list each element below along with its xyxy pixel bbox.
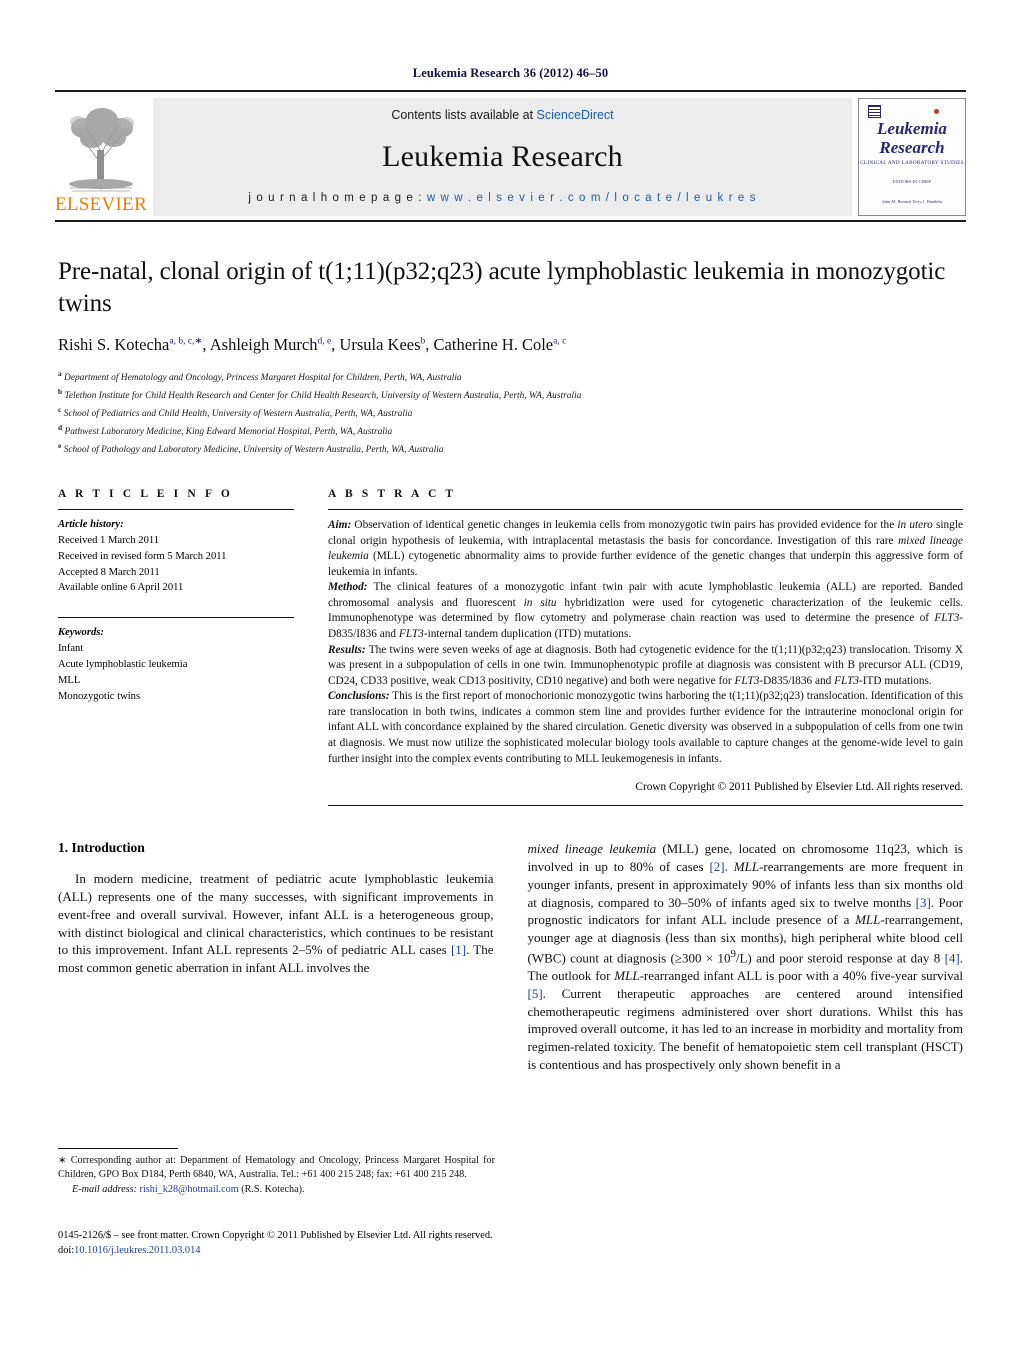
author-affiliation-marker: d, e: [317, 336, 332, 347]
cover-subtitle: CLINICAL AND LABORATORY STUDIES: [860, 159, 964, 166]
issn-front-matter-line: 0145-2126/$ – see front matter. Crown Co…: [58, 1230, 493, 1241]
cover-title-line1: Leukemia: [877, 119, 947, 138]
author-list: Rishi S. Kotechaa, b, c,∗, Ashleigh Murc…: [58, 335, 567, 354]
article-history-list: Received 1 March 2011 Received in revised…: [58, 533, 294, 597]
doi-link[interactable]: 10.1016/j.leukres.2011.03.014: [74, 1245, 200, 1256]
sciencedirect-link[interactable]: ScienceDirect: [537, 108, 614, 122]
affiliation-item: c School of Pediatrics and Child Health,…: [58, 404, 413, 420]
article-history-item: Available online 6 April 2011: [58, 582, 184, 594]
contents-lists-prefix: Contents lists available at: [391, 108, 537, 122]
abstract-results-text: The twins were seven weeks of age at dia…: [328, 643, 963, 687]
abstract-column: A B S T R A C T Aim: Observation of iden…: [328, 487, 963, 807]
page-footer: 0145-2126/$ – see front matter. Crown Co…: [58, 1228, 658, 1258]
journal-masthead: ELSEVIER Contents lists available at Sci…: [55, 90, 966, 216]
abstract-results-label: Results:: [328, 643, 366, 656]
contents-lists-line: Contents lists available at ScienceDirec…: [391, 108, 613, 122]
doi-line: doi:10.1016/j.leukres.2011.03.014: [58, 1243, 658, 1258]
abstract-method-text: The clinical features of a monozygotic i…: [328, 581, 964, 640]
corresponding-author-footnote: ∗ Corresponding author at: Department of…: [58, 1148, 495, 1197]
abstract-conclusions: Conclusions: This is the first report of…: [328, 689, 963, 767]
title-block: Pre-natal, clonal origin of t(1;11)(p32;…: [58, 256, 963, 458]
elsevier-tree-icon: [62, 98, 140, 194]
article-history-item: Received in revised form 5 March 2011: [58, 550, 227, 562]
article-info-heading: A R T I C L E I N F O: [58, 487, 233, 500]
author-affiliation-marker: b: [420, 336, 426, 347]
affiliation-item: e School of Pathology and Laboratory Med…: [58, 440, 444, 456]
keyword-item: MLL: [58, 675, 81, 687]
author-affiliation-marker: a, c: [553, 336, 567, 347]
abstract-method-label: Method:: [328, 581, 368, 594]
body-column-left: 1. Introduction In modern medicine, trea…: [58, 840, 494, 1074]
cover-editors-label: EDITORS-IN-CHIEF: [892, 178, 932, 184]
footnote-rule: [58, 1148, 178, 1149]
body-columns: 1. Introduction In modern medicine, trea…: [58, 840, 963, 1074]
abstract-aim-text: Observation of identical genetic changes…: [328, 518, 963, 578]
affiliation-list: a Department of Hematology and Oncology,…: [58, 368, 963, 458]
abstract-aim-label: Aim:: [328, 518, 352, 531]
article-history-label: Article history:: [58, 518, 124, 530]
homepage-label: j o u r n a l h o m e p a g e :: [248, 192, 427, 204]
author-name: Rishi S. Kotecha: [58, 335, 170, 354]
keywords-list: Infant Acute lymphoblastic leukemia MLL Mon…: [58, 641, 294, 705]
affiliation-item: d Pathwest Laboratory Medicine, King Edw…: [58, 422, 393, 438]
journal-homepage-line: j o u r n a l h o m e p a g e : w w w . …: [248, 192, 756, 204]
keywords-label: Keywords:: [58, 627, 104, 639]
masthead-bottom-rule: [55, 220, 966, 222]
affiliation-marker: e: [58, 440, 62, 450]
footnote-email-line: E-mail address: rishi_k28@hotmail.com (R…: [58, 1183, 495, 1197]
affiliation-item: a Department of Hematology and Oncology,…: [58, 369, 462, 384]
introduction-paragraph-left: In modern medicine, treatment of pediatr…: [58, 871, 494, 976]
keyword-item: Monozygotic twins: [58, 690, 141, 702]
introduction-heading: 1. Introduction: [58, 840, 145, 856]
cover-publisher-icon: [868, 105, 881, 118]
article-info-column: A R T I C L E I N F O Article history: R…: [58, 488, 294, 806]
abstract-body: Aim: Observation of identical genetic ch…: [328, 510, 963, 793]
email-address-link[interactable]: rishi_k28@hotmail.com: [140, 1184, 239, 1195]
abstract-heading: A B S T R A C T: [328, 487, 457, 500]
elsevier-wordmark: ELSEVIER: [54, 194, 148, 215]
elsevier-logo: ELSEVIER: [55, 98, 147, 216]
email-attribution: (R.S. Kotecha).: [238, 1183, 305, 1195]
doi-prefix: doi:: [58, 1245, 75, 1257]
article-history-item: Accepted 8 March 2011: [58, 566, 160, 578]
article-info-body: Article history: Received 1 March 2011 Re…: [58, 510, 294, 705]
abstract-conclusions-text: This is the first report of monochorioni…: [328, 690, 963, 765]
journal-cover-thumbnail: Leukemia Research CLINICAL AND LABORATOR…: [858, 98, 966, 216]
affiliation-marker: b: [58, 386, 63, 396]
body-column-right: mixed lineage leukemia (MLL) gene, locat…: [528, 840, 964, 1074]
cover-editors-names: John M. Bennett Terry J. Hamblin: [882, 198, 942, 204]
affiliation-item: b Telethon Institute for Child Health Re…: [58, 386, 582, 402]
info-abstract-row: A R T I C L E I N F O Article history: R…: [58, 487, 963, 807]
cover-title-line2: Research: [879, 138, 945, 158]
author-name: Ashleigh Murch: [209, 335, 318, 354]
keyword-item: Infant: [58, 643, 84, 655]
abstract-results: Results: The twins were seven weeks of a…: [328, 643, 963, 690]
abstract-bottom-rule: [328, 805, 963, 807]
homepage-url-link[interactable]: w w w . e l s e v i e r . c o m / l o c …: [427, 192, 757, 204]
introduction-paragraph-right: mixed lineage leukemia (MLL) gene, locat…: [527, 841, 964, 1073]
cover-accent-dot-icon: [934, 109, 939, 114]
abstract-conclusions-label: Conclusions:: [328, 690, 390, 703]
abstract-method: Method: The clinical features of a monoz…: [328, 580, 963, 642]
author-name: Catherine H. Cole: [433, 335, 554, 354]
author-affiliation-marker: a, b, c,∗: [169, 336, 203, 347]
journal-title: Leukemia Research: [382, 140, 623, 173]
abstract-aim: Aim: Observation of identical genetic ch…: [328, 518, 963, 580]
abstract-copyright: Crown Copyright © 2011 Published by Else…: [635, 781, 963, 794]
paper-page: Leukemia Research 36 (2012) 46–50 ELSEVI…: [0, 0, 1021, 1351]
affiliation-marker: d: [58, 422, 63, 432]
keyword-item: Acute lymphoblastic leukemia: [58, 659, 188, 671]
affiliation-marker: c: [58, 404, 62, 414]
footnote-text: ∗ Corresponding author at: Department of…: [58, 1155, 495, 1181]
author-name: Ursula Kees: [339, 335, 421, 354]
masthead-center-panel: Contents lists available at ScienceDirec…: [153, 98, 852, 216]
affiliation-marker: a: [58, 369, 62, 378]
page-title: Pre-natal, clonal origin of t(1;11)(p32;…: [58, 258, 946, 317]
email-address-label: E-mail address:: [72, 1183, 137, 1195]
article-history-item: Received 1 March 2011: [58, 534, 160, 546]
running-head: Leukemia Research 36 (2012) 46–50: [412, 66, 609, 80]
